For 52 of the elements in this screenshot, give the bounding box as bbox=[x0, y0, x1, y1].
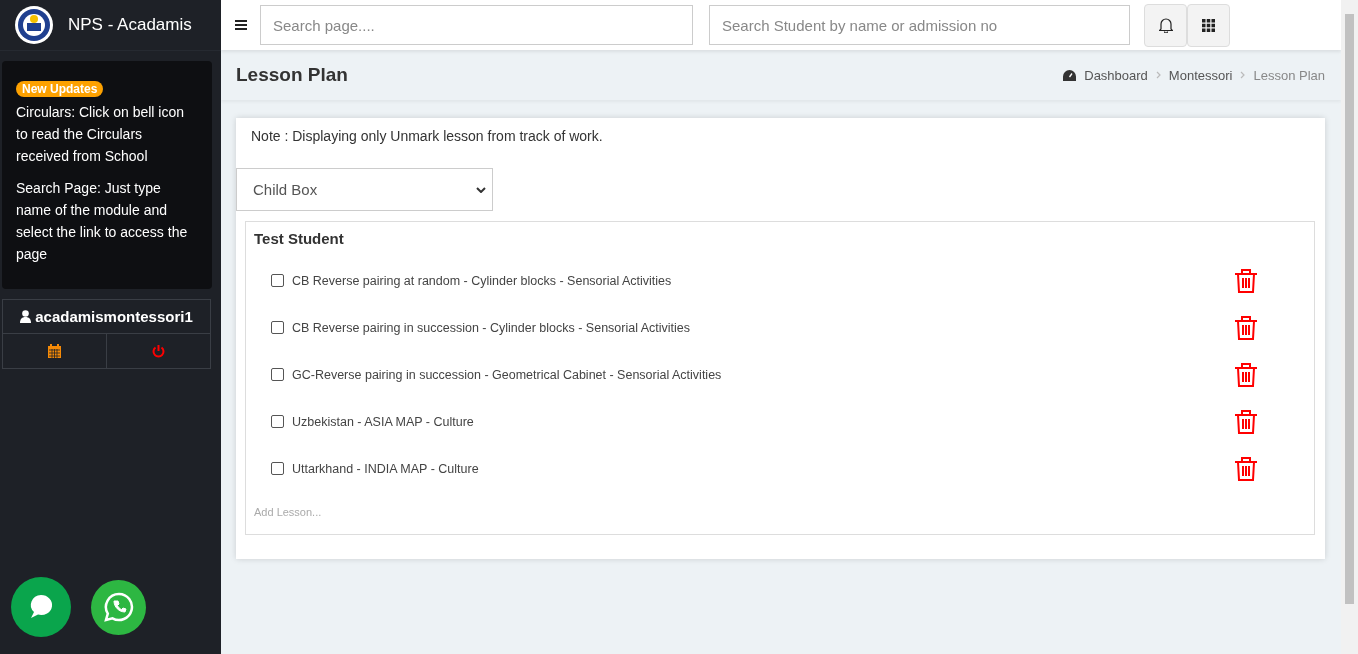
breadcrumb-link[interactable]: Montessori bbox=[1168, 67, 1233, 83]
whatsapp-icon bbox=[102, 591, 135, 623]
user-icon bbox=[20, 310, 32, 323]
menu-icon bbox=[234, 20, 247, 30]
student-name: Test Student bbox=[254, 230, 345, 247]
trash-icon bbox=[1234, 267, 1258, 294]
chat-bubble-icon bbox=[28, 594, 54, 620]
breadcrumb-link[interactable]: Dashboard bbox=[1084, 67, 1148, 83]
lesson-label: CB Reverse pairing in succession - Cylinder blocks - Sensorial Activities bbox=[292, 320, 692, 335]
page-title: Lesson Plan bbox=[236, 64, 348, 86]
update-text: Circulars: Click on bell icon to read the Circulars received from School bbox=[16, 103, 186, 166]
notifications-button[interactable] bbox=[1144, 3, 1187, 47]
delete-button[interactable] bbox=[1234, 267, 1258, 294]
dashboard-gauge-icon bbox=[1063, 69, 1077, 81]
scrollbar-thumb[interactable] bbox=[1345, 14, 1354, 604]
delete-button[interactable] bbox=[1234, 361, 1258, 388]
lesson-checkbox[interactable] bbox=[271, 274, 284, 287]
lesson-label: Uttarkhand - INDIA MAP - Culture bbox=[292, 461, 480, 476]
bell-icon bbox=[1158, 17, 1173, 33]
delete-button[interactable] bbox=[1234, 408, 1258, 435]
school-logo-icon bbox=[14, 5, 54, 45]
student-search-field[interactable]: Search Student by name or admission no bbox=[709, 5, 1130, 45]
grid-icon bbox=[1202, 18, 1215, 32]
update-text: Search Page: Just type name of the module and select the link to access the page bbox=[16, 179, 189, 264]
new-updates-badge: New Updates bbox=[16, 81, 104, 97]
trash-icon bbox=[1234, 455, 1258, 482]
chevron-down-icon bbox=[476, 186, 486, 193]
calendar-icon bbox=[48, 344, 61, 358]
lesson-checkbox[interactable] bbox=[271, 462, 284, 475]
note-text: Note : Displaying only Unmark lesson from track of work. bbox=[250, 127, 604, 146]
username-text: acadamismontessori1 bbox=[35, 308, 193, 325]
delete-button[interactable] bbox=[1234, 314, 1258, 341]
chevron-right-icon bbox=[1240, 71, 1246, 79]
lesson-checkbox[interactable] bbox=[271, 415, 284, 428]
delete-button[interactable] bbox=[1234, 455, 1258, 482]
power-icon bbox=[152, 344, 165, 358]
chevron-right-icon bbox=[1155, 71, 1161, 79]
apps-button[interactable] bbox=[1187, 3, 1230, 47]
trash-icon bbox=[1234, 314, 1258, 341]
lesson-checkbox[interactable] bbox=[271, 368, 284, 381]
trash-icon bbox=[1234, 408, 1258, 435]
lesson-label: GC-Reverse pairing in succession - Geometrical Cabinet - Sensorial Activities bbox=[292, 367, 723, 382]
lesson-checkbox[interactable] bbox=[271, 321, 284, 334]
page-search-field[interactable]: Search page.... bbox=[260, 5, 693, 45]
lesson-label: CB Reverse pairing at random - Cylinder blocks - Sensorial Activities bbox=[292, 273, 673, 288]
trash-icon bbox=[1234, 361, 1258, 388]
chat-button[interactable] bbox=[11, 577, 71, 637]
child-select[interactable]: Child Box bbox=[236, 168, 493, 211]
scrollbar[interactable] bbox=[1341, 0, 1358, 654]
brand-name: NPS - Acadamis bbox=[68, 15, 192, 35]
lesson-label: Uzbekistan - ASIA MAP - Culture bbox=[292, 414, 475, 429]
whatsapp-button[interactable] bbox=[91, 579, 146, 635]
